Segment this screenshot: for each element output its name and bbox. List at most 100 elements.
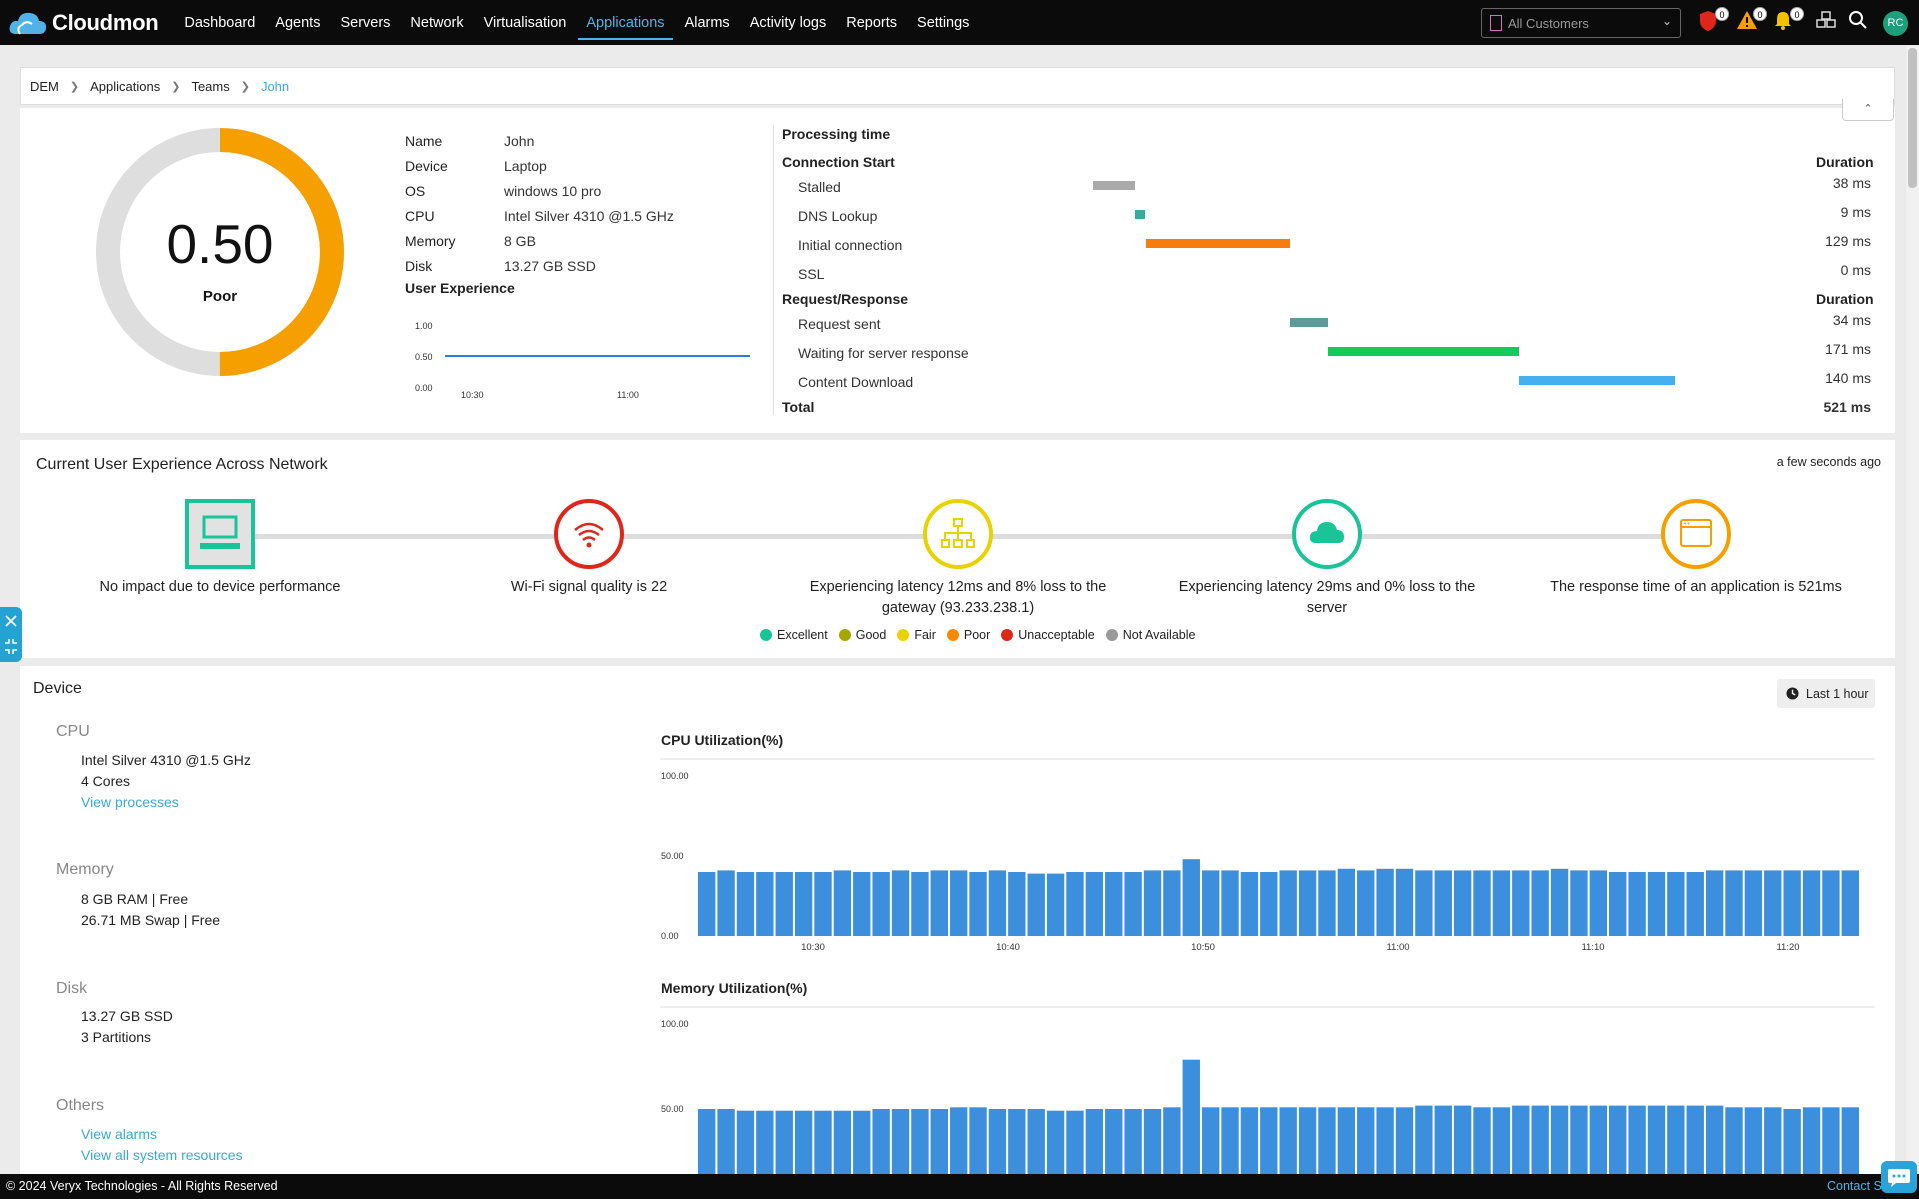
chart-bar bbox=[1279, 1107, 1297, 1174]
view-processes-link[interactable]: View processes bbox=[81, 794, 179, 810]
chevron-down-icon: ⌄ bbox=[1661, 14, 1672, 28]
time-range-label: Last 1 hour bbox=[1806, 686, 1869, 701]
chart-bar bbox=[1298, 1107, 1317, 1174]
cpu-heading: CPU bbox=[56, 723, 90, 740]
status-legend: Excellent Good Fair Poor Unacceptable Not Ava… bbox=[760, 628, 1206, 642]
chart-bar bbox=[1376, 1107, 1394, 1174]
building-icon bbox=[1490, 15, 1502, 31]
chart-bar bbox=[949, 870, 968, 936]
chart-bar bbox=[698, 872, 716, 936]
nav-virtualisation[interactable]: Virtualisation bbox=[476, 0, 575, 45]
chart-bar bbox=[1182, 859, 1200, 936]
chart-bar bbox=[1201, 870, 1220, 936]
chart-bar bbox=[1357, 870, 1375, 936]
network-node-text: Wi-Fi signal quality is 22 bbox=[510, 579, 668, 595]
contact-support-link[interactable]: Contact Su bbox=[1827, 1174, 1889, 1199]
cpu-cores: 4 Cores bbox=[81, 773, 131, 789]
chart-bar bbox=[1453, 870, 1472, 936]
collapse-button[interactable]: ⌃ bbox=[1842, 99, 1894, 121]
breadcrumb-item[interactable]: DEM bbox=[30, 79, 59, 94]
legend-label: Unacceptable bbox=[1018, 628, 1095, 642]
score-value: 0.50 bbox=[166, 213, 274, 275]
vertical-scrollbar[interactable] bbox=[1906, 46, 1919, 1174]
chart-bar bbox=[1453, 1105, 1472, 1174]
network-node-text: No impact due to device performance bbox=[99, 579, 341, 595]
cloud-logo-icon bbox=[9, 12, 47, 35]
y-tick-label: 50.00 bbox=[661, 851, 684, 861]
legend-label: Excellent bbox=[777, 628, 828, 642]
legend-dot bbox=[897, 629, 910, 641]
view-alarms-link[interactable]: View alarms bbox=[81, 1126, 157, 1142]
chart-bar bbox=[1124, 1109, 1142, 1174]
scrollbar-thumb[interactable] bbox=[1908, 48, 1917, 188]
chart-bar bbox=[949, 1107, 968, 1174]
notification-button[interactable]: 0 bbox=[1773, 7, 1804, 34]
chart-bar bbox=[794, 872, 813, 936]
nav-dashboard[interactable]: Dashboard bbox=[176, 0, 263, 45]
legend-dot bbox=[1105, 629, 1118, 641]
cloud-icon bbox=[1296, 503, 1358, 570]
processing-step-duration: 9 ms bbox=[1840, 204, 1871, 220]
disk-size: 13.27 GB SSD bbox=[81, 1008, 173, 1024]
x-tick-label: 10:50 bbox=[1191, 942, 1215, 953]
nav-agents[interactable]: Agents bbox=[267, 0, 328, 45]
legend-label: Poor bbox=[963, 628, 991, 642]
nav-applications[interactable]: Applications bbox=[578, 0, 673, 40]
chart-bar bbox=[1105, 872, 1123, 936]
integrations-button[interactable] bbox=[1816, 10, 1840, 34]
nav-settings[interactable]: Settings bbox=[909, 0, 977, 45]
chart-bar bbox=[1512, 1105, 1530, 1174]
chart-bar bbox=[736, 1110, 755, 1174]
security-alert-button[interactable]: 0 bbox=[1698, 7, 1729, 34]
close-expand-icon bbox=[5, 615, 17, 654]
network-node-4[interactable] bbox=[1292, 499, 1362, 569]
chat-button[interactable] bbox=[1881, 1161, 1917, 1193]
network-node-3[interactable] bbox=[923, 499, 993, 569]
total-duration: 521 ms bbox=[1823, 399, 1871, 415]
y-tick-label: 100.00 bbox=[661, 771, 689, 781]
breadcrumb: DEM ❯ Applications ❯ Teams ❯ John bbox=[20, 67, 1895, 105]
chart-bar bbox=[1744, 870, 1763, 936]
chart-bar bbox=[1725, 870, 1743, 936]
nav-activity-logs[interactable]: Activity logs bbox=[742, 0, 835, 45]
warning-alert-button[interactable]: 0 bbox=[1736, 7, 1767, 34]
legend-item: Excellent bbox=[760, 628, 828, 642]
chart-bar bbox=[1802, 870, 1821, 936]
copyright: © 2024 Veryx Technologies - All Rights R… bbox=[6, 1179, 278, 1193]
network-node-5[interactable] bbox=[1661, 499, 1731, 569]
view-system-resources-link[interactable]: View all system resources bbox=[81, 1147, 243, 1163]
network-node-1[interactable] bbox=[185, 499, 255, 569]
x-tick-label: 10:30 bbox=[801, 942, 825, 953]
nav-reports[interactable]: Reports bbox=[838, 0, 905, 45]
nav-servers[interactable]: Servers bbox=[332, 0, 398, 45]
time-range-button[interactable]: Last 1 hour bbox=[1777, 679, 1875, 708]
chart-bar bbox=[891, 870, 910, 936]
chart-bar bbox=[1046, 1110, 1065, 1174]
chart-bar bbox=[1550, 1105, 1569, 1174]
cloudmon-logo[interactable]: Cloudmon bbox=[8, 0, 159, 45]
chart-bar bbox=[1143, 870, 1162, 936]
network-ux-title: Current User Experience Across Network bbox=[36, 456, 328, 473]
chart-bar bbox=[833, 870, 852, 936]
search-button[interactable] bbox=[1848, 10, 1872, 34]
user-avatar[interactable]: RC bbox=[1883, 11, 1908, 36]
nav-alarms[interactable]: Alarms bbox=[677, 0, 738, 45]
info-value: 13.27 GB SSD bbox=[504, 258, 596, 274]
breadcrumb-item[interactable]: Teams bbox=[191, 79, 229, 94]
chart-bar bbox=[1531, 1105, 1549, 1174]
info-row-name: Name John bbox=[405, 133, 534, 149]
chart-bar bbox=[1182, 1059, 1200, 1174]
chart-bar bbox=[1686, 872, 1704, 936]
chart-bar bbox=[1841, 870, 1859, 936]
network-node-text: Experiencing latency 29ms and 0% loss to… bbox=[1178, 579, 1476, 616]
x-tick-label: 11:00 bbox=[1386, 942, 1409, 953]
memory-utilization-chart: 100.00 50.00 bbox=[660, 1006, 1875, 1174]
chart-bar bbox=[756, 872, 774, 936]
breadcrumb-item[interactable]: Applications bbox=[90, 79, 160, 94]
processing-step-label: Content Download bbox=[798, 374, 914, 390]
nav-network[interactable]: Network bbox=[402, 0, 471, 45]
side-widget-toggle[interactable] bbox=[0, 607, 22, 662]
network-icon bbox=[927, 503, 989, 570]
network-node-2[interactable] bbox=[554, 499, 624, 569]
customer-select[interactable]: All Customers ⌄ bbox=[1481, 8, 1681, 38]
